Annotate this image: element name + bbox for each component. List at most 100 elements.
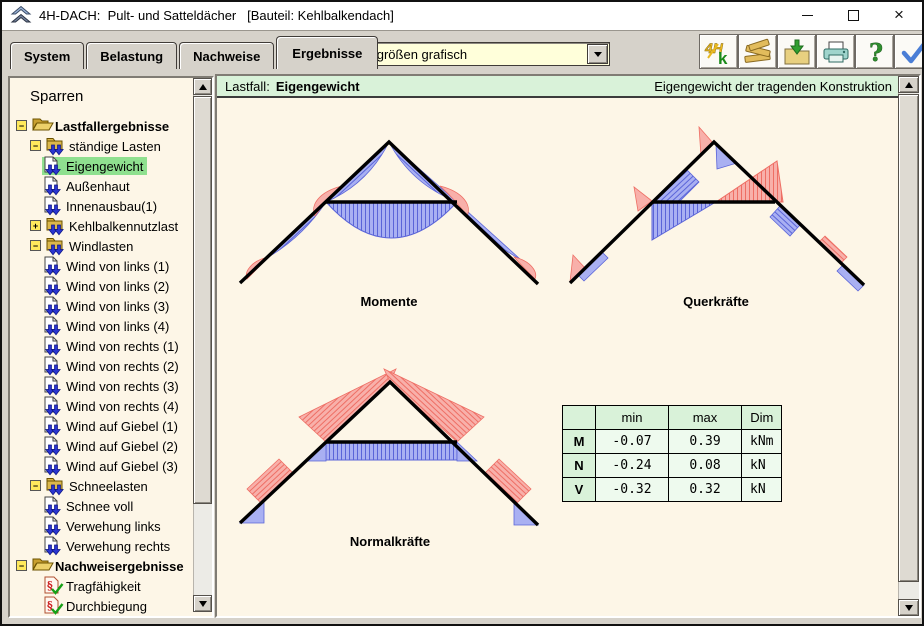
collapse-toggle[interactable]: −: [30, 480, 41, 491]
tree-item-content[interactable]: Windlasten: [45, 237, 137, 255]
logo-4hk-button[interactable]: 4Hk: [699, 34, 738, 69]
tree-item-content[interactable]: Außenhaut: [42, 177, 134, 195]
scroll-down-button[interactable]: [898, 599, 919, 616]
tree-item-content[interactable]: Wind auf Giebel (3): [42, 457, 182, 475]
tree-item-content[interactable]: §Tragfähigkeit: [42, 577, 145, 595]
moment-diagram-label: Momente: [319, 294, 459, 309]
doc-load-icon: [43, 516, 63, 536]
tab-system[interactable]: System: [10, 42, 84, 69]
sidebar-item-schneelasten[interactable]: −Schneelasten: [10, 476, 193, 496]
svg-text:k: k: [718, 49, 728, 66]
sidebar-item-eigengewicht[interactable]: Eigengewicht: [10, 156, 193, 176]
scroll-up-button[interactable]: [898, 76, 919, 93]
tree-item-content[interactable]: Wind von links (4): [42, 317, 173, 335]
row-label: N: [563, 454, 596, 478]
sidebar-item-verwehung-rechts[interactable]: Verwehung rechts: [10, 536, 193, 556]
tree-item-content[interactable]: Wind auf Giebel (2): [42, 437, 182, 455]
sidebar-item-schnee-voll[interactable]: Schnee voll: [10, 496, 193, 516]
loadcase-tree: −Lastfallergebnisse−ständige LastenEigen…: [10, 116, 193, 616]
tree-item-content[interactable]: Schnee voll: [42, 497, 137, 515]
collapse-toggle[interactable]: −: [16, 560, 27, 571]
tree-item-content[interactable]: Nachweisergebnisse: [31, 557, 188, 575]
sidebar-item-windlasten[interactable]: − Windlasten: [10, 236, 193, 256]
folder-open-icon: [32, 556, 52, 576]
sidebar-item-wind-von-links-2[interactable]: Wind von links (2): [10, 276, 193, 296]
tree-item-content[interactable]: Wind von links (2): [42, 277, 173, 295]
sidebar-item-lastfallergebnisse[interactable]: −Lastfallergebnisse: [10, 116, 193, 136]
tree-item-content[interactable]: Wind von links (1): [42, 257, 173, 275]
table-header-blank: [563, 406, 596, 430]
collapse-toggle[interactable]: −: [30, 240, 41, 251]
sidebar-item-tragfähigkeit[interactable]: §Tragfähigkeit: [10, 576, 193, 596]
sidebar-panel: Sparren −Lastfallergebnisse−ständige Las…: [8, 76, 214, 618]
tree-item-content[interactable]: Wind von rechts (4): [42, 397, 183, 415]
normal-force-diagram-label: Normalkräfte: [320, 534, 460, 549]
sidebar-item-wind-auf-giebel-3[interactable]: Wind auf Giebel (3): [10, 456, 193, 476]
tree-item-content[interactable]: Verwehung links: [42, 517, 165, 535]
app-roof-icon: [10, 5, 32, 25]
tree-item-label: Wind auf Giebel (2): [66, 439, 178, 454]
help-button[interactable]: ?: [855, 34, 894, 69]
view-select-dropdown-button[interactable]: [587, 44, 608, 64]
tab-ergebnisse[interactable]: Ergebnisse: [276, 36, 378, 69]
tree-item-label: Wind von rechts (3): [66, 379, 179, 394]
tree-item-content[interactable]: Lastfallergebnisse: [31, 117, 173, 135]
tree-item-content[interactable]: Wind von links (3): [42, 297, 173, 315]
scroll-down-button[interactable]: [193, 595, 212, 612]
expand-toggle[interactable]: +: [30, 220, 41, 231]
sidebar-item-kehlbalkennutzlast[interactable]: + Kehlbalkennutzlast: [10, 216, 193, 236]
tree-item-content[interactable]: Wind von rechts (3): [42, 377, 183, 395]
timber-button[interactable]: [738, 34, 777, 69]
scroll-up-button[interactable]: [193, 78, 212, 95]
import-folder-button[interactable]: [777, 34, 816, 69]
minimize-button[interactable]: [784, 0, 830, 30]
close-button[interactable]: ×: [876, 0, 922, 30]
tab-belastung[interactable]: Belastung: [86, 42, 177, 69]
sidebar-scrollbar[interactable]: [193, 78, 212, 612]
triangle-down-icon: [199, 601, 207, 607]
sidebar-item-verwehung-links[interactable]: Verwehung links: [10, 516, 193, 536]
sidebar-item-durchbiegung[interactable]: §Durchbiegung: [10, 596, 193, 616]
sidebar-item-wind-auf-giebel-2[interactable]: Wind auf Giebel (2): [10, 436, 193, 456]
tree-item-label: Wind von rechts (1): [66, 339, 179, 354]
sidebar-item-wind-von-rechts-4[interactable]: Wind von rechts (4): [10, 396, 193, 416]
min-value: -0.24: [596, 454, 669, 478]
sidebar-item-wind-von-rechts-2[interactable]: Wind von rechts (2): [10, 356, 193, 376]
scrollbar-thumb[interactable]: [193, 96, 212, 504]
tree-item-content[interactable]: Wind auf Giebel (1): [42, 417, 182, 435]
sidebar-item-wind-von-links-4[interactable]: Wind von links (4): [10, 316, 193, 336]
collapse-toggle[interactable]: −: [16, 120, 27, 131]
sidebar-item-ständige-lasten[interactable]: −ständige Lasten: [10, 136, 193, 156]
doc-load-icon: [43, 196, 63, 216]
shear-diagram-label: Querkräfte: [646, 294, 786, 309]
sidebar-item-wind-von-links-1[interactable]: Wind von links (1): [10, 256, 193, 276]
sidebar-item-wind-von-rechts-1[interactable]: Wind von rechts (1): [10, 336, 193, 356]
tree-item-label: Wind von rechts (2): [66, 359, 179, 374]
sidebar-item-innenausbau-1[interactable]: Innenausbau(1): [10, 196, 193, 216]
maximize-button[interactable]: [830, 0, 876, 30]
doc-load-icon: [43, 376, 63, 396]
sidebar-item-wind-auf-giebel-1[interactable]: Wind auf Giebel (1): [10, 416, 193, 436]
sidebar-item-nachweisergebnisse[interactable]: −Nachweisergebnisse: [10, 556, 193, 576]
main-scrollbar[interactable]: [898, 76, 919, 616]
tree-item-content[interactable]: Innenausbau(1): [42, 197, 161, 215]
tree-item-content[interactable]: Schneelasten: [45, 477, 152, 495]
tree-item-content[interactable]: Eigengewicht: [42, 157, 147, 175]
doc-load-icon: [43, 536, 63, 556]
tree-item-content[interactable]: Verwehung rechts: [42, 537, 174, 555]
sidebar-item-wind-von-links-3[interactable]: Wind von links (3): [10, 296, 193, 316]
tab-nachweise[interactable]: Nachweise: [179, 42, 274, 69]
tree-item-label: Windlasten: [69, 239, 133, 254]
window-title: 4H-DACH: Pult- und Satteldächer [Bauteil…: [39, 8, 394, 23]
sidebar-item-wind-von-rechts-3[interactable]: Wind von rechts (3): [10, 376, 193, 396]
collapse-toggle[interactable]: −: [30, 140, 41, 151]
tree-item-content[interactable]: Kehlbalkennutzlast: [45, 217, 182, 235]
print-button[interactable]: [816, 34, 855, 69]
tree-item-content[interactable]: Wind von rechts (1): [42, 337, 183, 355]
tree-item-content[interactable]: Wind von rechts (2): [42, 357, 183, 375]
scrollbar-thumb[interactable]: [898, 94, 919, 582]
tree-item-content[interactable]: ständige Lasten: [45, 137, 165, 155]
sidebar-item-außenhaut[interactable]: Außenhaut: [10, 176, 193, 196]
tree-item-content[interactable]: §Durchbiegung: [42, 597, 151, 615]
confirm-button[interactable]: [894, 34, 924, 69]
